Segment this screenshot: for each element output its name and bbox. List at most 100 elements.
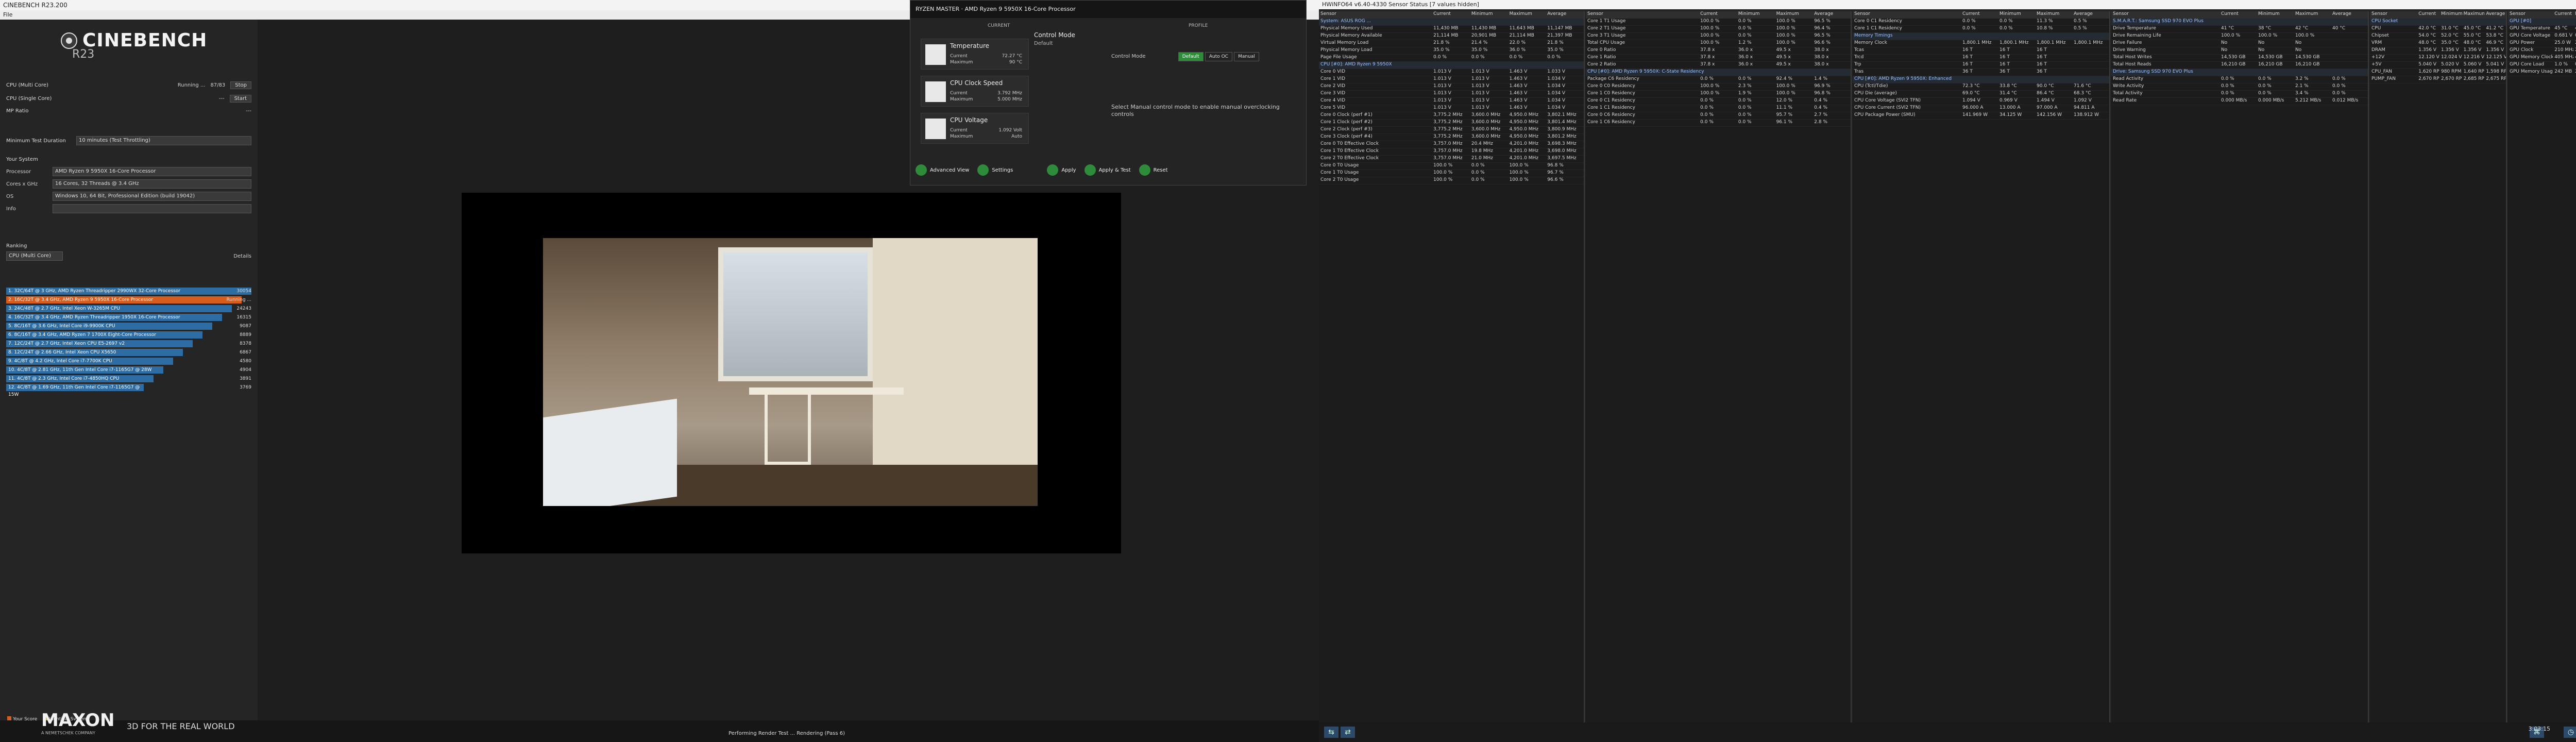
header-cell[interactable]: Sensor xyxy=(2370,11,2417,19)
reset-button[interactable]: Reset xyxy=(1139,164,1168,176)
ranking-item[interactable]: 12. 4C/8T @ 1.69 GHz, 11th Gen Intel Cor… xyxy=(6,384,251,397)
sensor-table-header[interactable]: SensorCurrentMinimumMaximumAverage xyxy=(2370,11,2506,19)
sensor-row[interactable]: GPU Temperature45 °C44 °C47 °C45.3 °C xyxy=(2508,26,2576,33)
header-cell[interactable]: Minimum xyxy=(1998,11,2035,19)
sensor-row[interactable]: Core 0 Ratio 37.8 x 36.0 x 49.5 x 38.0 x xyxy=(1586,47,1851,55)
sensor-group-header[interactable]: S.M.A.R.T.: Samsung SSD 970 EVO Plus xyxy=(2111,19,2368,26)
details-link[interactable]: Details xyxy=(233,254,251,259)
header-cell[interactable]: Current xyxy=(2553,11,2573,19)
sensor-row[interactable]: DRAM 1.356 V 1.356 V 1.356 V 1.356 V xyxy=(2370,47,2506,55)
sensor-table-header[interactable]: SensorCurrentMinimumMaximumAverage xyxy=(1853,11,2109,19)
sensor-row[interactable]: Read Activity 0.0 % 0.0 % 3.2 % 0.0 % xyxy=(2111,76,2368,83)
sensor-row[interactable]: Drive Temperature 41 °C 38 °C 42 °C 40 °C xyxy=(2111,26,2368,33)
sensor-row[interactable]: Core 4 VID 1.013 V 1.013 V 1.463 V 1.034 V xyxy=(1319,98,1584,105)
advanced-view-button[interactable]: Advanced View xyxy=(916,164,969,176)
header-cell[interactable]: Maximum xyxy=(2294,11,2331,19)
sensor-row[interactable]: Core 1 Ratio 37.8 x 36.0 x 49.5 x 38.0 x xyxy=(1586,55,1851,62)
sensor-row[interactable]: Core 1 C1 Residency 0.0 % 0.0 % 11.1 % 0.4 % xyxy=(1586,105,1851,112)
sensor-row[interactable]: Core 1 T1 Usage 100.0 % 0.0 % 100.0 % 96.5 % xyxy=(1586,19,1851,26)
sensor-group-header[interactable]: CPU Socket xyxy=(2370,19,2506,26)
mode-auto-oc-tab[interactable]: Auto OC xyxy=(1205,52,1232,61)
mode-manual-tab[interactable]: Manual xyxy=(1234,52,1259,61)
sensor-row[interactable]: CPU Core Current (SVI2 TFN) 96.000 A 13.00… xyxy=(1853,105,2109,112)
sensor-row[interactable]: Physical Memory Available 21,114 MB 20,901… xyxy=(1319,33,1584,40)
start-button[interactable]: Start xyxy=(229,94,251,103)
sensor-row[interactable]: Core 2 T1 Usage 100.0 % 0.0 % 100.0 % 96.4 % xyxy=(1586,26,1851,33)
sensor-group-header[interactable]: System: ASUS ROG ... xyxy=(1319,19,1584,26)
sensor-column-1[interactable]: Sensor Current Minimum Maximum Average System… xyxy=(1319,11,1585,722)
sensor-row[interactable]: Core 0 C0 Residency 100.0 % 2.3 % 100.0 % 96… xyxy=(1586,83,1851,91)
sensor-row[interactable]: PUMP_FAN2,670 RPM2,670 RPM2,685 RPM2,675… xyxy=(2370,76,2506,83)
ranking-item[interactable]: 11. 4C/8T @ 2.3 GHz, Intel Core i7-4850H… xyxy=(6,375,251,382)
sensor-group-header[interactable]: CPU [#0]: AMD Ryzen 9 5950X xyxy=(1319,62,1584,69)
sensor-row[interactable]: Drive Warning No No No xyxy=(2111,47,2368,55)
sensor-row[interactable]: Core 3 T1 Usage 100.0 % 0.0 % 100.0 % 96.5 % xyxy=(1586,33,1851,40)
ranking-filter-select[interactable]: CPU (Multi Core) xyxy=(6,251,63,261)
sensor-row[interactable]: Core 5 VID 1.013 V 1.013 V 1.463 V 1.034 V xyxy=(1319,105,1584,112)
sensor-row[interactable]: Core 1 C1 Residency 0.0 % 0.0 % 10.8 % 0.5 % xyxy=(1853,26,2109,33)
sensor-row[interactable]: Core 1 T0 Effective Clock 3,757.0 MHz 19.8… xyxy=(1319,148,1584,156)
sensor-row[interactable]: Total CPU Usage 100.0 % 1.2 % 100.0 % 96.6 % xyxy=(1586,40,1851,47)
sensor-row[interactable]: GPU Memory Usage242 MB238 MB242 MB240 MB xyxy=(2508,69,2576,76)
sensor-row[interactable]: Virtual Memory Load 21.8 % 21.4 % 22.0 % 21.… xyxy=(1319,40,1584,47)
sensor-row[interactable]: Drive Failure No No No xyxy=(2111,40,2368,47)
sensor-group-header[interactable]: CPU [#0]: AMD Ryzen 9 5950X: Enhanced xyxy=(1853,76,2109,83)
sensor-row[interactable]: GPU Core Load1.0 %0.0 %11.0 %1.2 % xyxy=(2508,62,2576,69)
sensor-row[interactable]: CPU Die (average) 69.0 °C 31.4 °C 86.4 °C 68… xyxy=(1853,91,2109,98)
sensor-row[interactable]: Core 0 T0 Usage 100.0 % 0.0 % 100.0 % 96.8 % xyxy=(1319,163,1584,170)
sensor-row[interactable]: Physical Memory Load 35.0 % 35.0 % 36.0 % 35… xyxy=(1319,47,1584,55)
sensor-row[interactable]: Core 3 VID 1.013 V 1.013 V 1.463 V 1.034 V xyxy=(1319,91,1584,98)
sensor-table-header[interactable]: SensorCurrentMinimumMaximumAverage xyxy=(2111,11,2368,19)
sensor-row[interactable]: Core 2 T0 Usage 100.0 % 0.0 % 100.0 % 96.6 % xyxy=(1319,177,1584,184)
sensor-row[interactable]: Core 0 C1 Residency 0.0 % 0.0 % 12.0 % 0.4 % xyxy=(1586,98,1851,105)
header-cell[interactable]: Average xyxy=(2484,11,2506,19)
sensor-row[interactable]: Trcd 16 T 16 T 16 T xyxy=(1853,55,2109,62)
ranking-item[interactable]: 10. 4C/8T @ 2.81 GHz, 11th Gen Intel Cor… xyxy=(6,366,251,374)
header-cell[interactable]: Current xyxy=(1432,11,1470,19)
sensor-row[interactable]: GPU Core Voltage0.681 V0.681 V0.750 V0.6… xyxy=(2508,33,2576,40)
sensor-row[interactable]: Package C6 Residency 0.0 % 0.0 % 92.4 % 1.4 … xyxy=(1586,76,1851,83)
sensor-column-2[interactable]: Sensor Current Minimum Maximum Average Core 1… xyxy=(1586,11,1852,722)
sensor-row[interactable]: Core 1 Clock (perf #2) 3,775.2 MHz 3,600.0… xyxy=(1319,120,1584,127)
header-cell[interactable]: Sensor xyxy=(1319,11,1432,19)
sensor-row[interactable]: CPU Core Voltage (SVI2 TFN) 1.094 V 0.969 … xyxy=(1853,98,2109,105)
header-cell[interactable]: Maximum xyxy=(2035,11,2072,19)
sensor-column-6[interactable]: SensorCurrentMinimumMaximumAverageGPU [#… xyxy=(2508,11,2576,722)
sensor-row[interactable]: Total Activity 0.0 % 0.0 % 3.4 % 0.0 % xyxy=(2111,91,2368,98)
sensor-row[interactable]: Core 1 C6 Residency 0.0 % 0.0 % 96.1 % 2.8 % xyxy=(1586,120,1851,127)
clock-icon[interactable]: ◷ xyxy=(2564,727,2576,738)
sensor-row[interactable]: Core 0 Clock (perf #1) 3,775.2 MHz 3,600.0… xyxy=(1319,112,1584,120)
sensor-row[interactable]: Core 1 T0 Usage 100.0 % 0.0 % 100.0 % 96.7 % xyxy=(1319,170,1584,177)
sensor-row[interactable]: Core 1 C0 Residency 100.0 % 1.9 % 100.0 % 96… xyxy=(1586,91,1851,98)
sensor-row[interactable]: Core 2 VID 1.013 V 1.013 V 1.463 V 1.034 V xyxy=(1319,83,1584,91)
sensor-row[interactable]: CPU Package Power (SMU) 141.969 W 34.125 W… xyxy=(1853,112,2109,120)
header-cell[interactable]: Maximum xyxy=(1775,11,1813,19)
ranking-item[interactable]: 8. 12C/24T @ 2.66 GHz, Intel Xeon CPU X5… xyxy=(6,349,251,356)
sensor-group-header[interactable]: GPU [#0] xyxy=(2508,19,2576,26)
sensor-row[interactable]: Tcas 16 T 16 T 16 T xyxy=(1853,47,2109,55)
sensor-row[interactable]: Drive Remaining Life 100.0 % 100.0 % 100.0 … xyxy=(2111,33,2368,40)
sensor-row[interactable]: Core 2 Ratio 37.8 x 36.0 x 49.5 x 38.0 x xyxy=(1586,62,1851,69)
sensor-row[interactable]: CPU (Tctl/Tdie) 72.3 °C 33.8 °C 90.0 °C 71.6… xyxy=(1853,83,2109,91)
header-cell[interactable]: Sensor xyxy=(1586,11,1699,19)
header-cell[interactable]: Maximum xyxy=(1508,11,1546,19)
header-cell[interactable]: Minimum xyxy=(2573,11,2576,19)
sensor-row[interactable]: Memory Clock 1,800.1 MHz 1,800.1 MHz 1,800.… xyxy=(1853,40,2109,47)
sensor-row[interactable]: GPU Clock210 MHz210 MHz1,410 MHz214 MHz xyxy=(2508,47,2576,55)
sensor-row[interactable]: Tras 36 T 36 T 36 T xyxy=(1853,69,2109,76)
ranking-item[interactable]: 1. 32C/64T @ 3 GHz, AMD Ryzen Threadripp… xyxy=(6,288,251,295)
ranking-item[interactable]: 5. 8C/16T @ 3.6 GHz, Intel Core i9-9900K… xyxy=(6,323,251,330)
sensor-row[interactable]: Chipset 54.0 °C 52.0 °C 55.0 °C 53.8 °C xyxy=(2370,33,2506,40)
sensor-row[interactable]: Trp 16 T 16 T 16 T xyxy=(1853,62,2109,69)
sensor-row[interactable]: Page File Usage 0.0 % 0.0 % 0.0 % 0.0 % xyxy=(1319,55,1584,62)
header-cell[interactable]: Current xyxy=(2417,11,2439,19)
sensor-table-header[interactable]: SensorCurrentMinimumMaximumAverage xyxy=(2508,11,2576,19)
sensor-table-header[interactable]: SensorCurrentMinimumMaximumAverage xyxy=(1586,11,1851,19)
ranking-item[interactable]: 7. 12C/24T @ 2.7 GHz, Intel Xeon CPU E5-… xyxy=(6,340,251,347)
sensor-row[interactable]: Core 0 T0 Effective Clock 3,757.0 MHz 20.4… xyxy=(1319,141,1584,148)
header-cell[interactable]: Minimum xyxy=(2439,11,2462,19)
sensor-row[interactable]: +5V 5.040 V 5.020 V 5.060 V 5.041 V xyxy=(2370,62,2506,69)
sensor-row[interactable]: Total Host Reads 16,210 GB 16,210 GB 16,210… xyxy=(2111,62,2368,69)
stop-button[interactable]: Stop xyxy=(230,81,251,89)
sensor-row[interactable]: GPU Memory Clock405 MHz405 MHz5,001 MHz4… xyxy=(2508,55,2576,62)
